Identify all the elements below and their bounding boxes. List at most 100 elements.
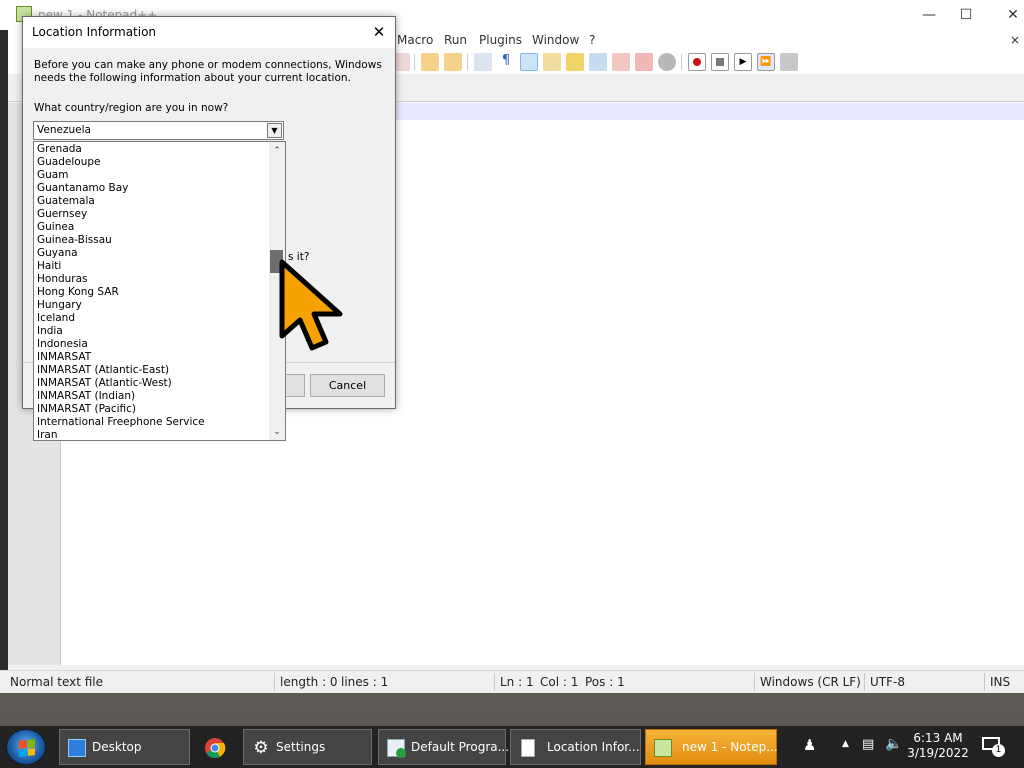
country-option[interactable]: INMARSAT <box>36 351 269 364</box>
country-option[interactable]: Hungary <box>36 299 269 312</box>
menu-run[interactable]: Run <box>444 33 467 47</box>
taskbar-label: new 1 - Notep... <box>682 740 778 754</box>
status-encoding: UTF-8 <box>870 675 905 689</box>
taskbar-item-notepadpp[interactable]: new 1 - Notep... <box>645 729 778 765</box>
taskbar-item-chrome[interactable] <box>196 729 234 765</box>
cancel-button[interactable]: Cancel <box>310 374 385 397</box>
country-option[interactable]: Hong Kong SAR <box>36 286 269 299</box>
scroll-down-icon[interactable]: ⌄ <box>269 424 285 440</box>
dialog-title: Location Information <box>32 25 157 39</box>
country-option[interactable]: Guinea <box>36 221 269 234</box>
dialog-close-icon[interactable]: ✕ <box>365 19 393 45</box>
run-macro-multiple-icon[interactable]: ⏩ <box>757 53 775 71</box>
lang-icon[interactable] <box>543 53 561 71</box>
country-option[interactable]: International Freephone Service <box>36 416 269 429</box>
country-option[interactable]: Honduras <box>36 273 269 286</box>
country-option[interactable]: Guernsey <box>36 208 269 221</box>
status-divider <box>274 673 275 691</box>
taskbar-label: Desktop <box>92 740 142 754</box>
chevron-down-icon[interactable]: ▼ <box>267 123 282 138</box>
menu-help[interactable]: ? <box>589 33 595 47</box>
country-option[interactable]: INMARSAT (Pacific) <box>36 403 269 416</box>
indent-guide-icon[interactable] <box>520 53 538 71</box>
country-option[interactable]: Grenada <box>36 143 269 156</box>
status-divider <box>864 673 865 691</box>
taskbar-label: Settings <box>276 740 326 754</box>
status-divider <box>984 673 985 691</box>
gear-icon: ⚙ <box>253 738 269 758</box>
country-option[interactable]: Indonesia <box>36 338 269 351</box>
volume-icon[interactable]: 🔈 <box>885 736 902 752</box>
toolbar-separator <box>414 54 415 70</box>
menu-plugins[interactable]: Plugins <box>479 33 522 47</box>
country-option[interactable]: Guantanamo Bay <box>36 182 269 195</box>
taskbar-item-desktop[interactable]: Desktop <box>59 729 190 765</box>
status-col: Col : 1 <box>540 675 579 689</box>
show-hidden-icons-chevron-icon[interactable]: ▲ <box>842 739 849 749</box>
country-option[interactable]: India <box>36 325 269 338</box>
save-macro-icon[interactable] <box>780 53 798 71</box>
action-center-icon[interactable]: 1 <box>982 735 1005 757</box>
country-option[interactable]: INMARSAT (Atlantic-West) <box>36 377 269 390</box>
status-ln: Ln : 1 <box>500 675 534 689</box>
taskbar-item-default-programs[interactable]: Default Progra... <box>378 729 510 765</box>
country-option[interactable]: Haiti <box>36 260 269 273</box>
start-button[interactable] <box>6 729 46 765</box>
taskbar: Desktop ⚙ Settings Default Progra... Loc… <box>0 726 1024 768</box>
scroll-up-icon[interactable]: ⌃ <box>269 143 285 159</box>
word-wrap-icon[interactable] <box>474 53 492 71</box>
country-option[interactable]: INMARSAT (Atlantic-East) <box>36 364 269 377</box>
comment-icon[interactable] <box>658 53 676 71</box>
zoom-in-icon[interactable] <box>421 53 439 71</box>
status-pos: Pos : 1 <box>585 675 625 689</box>
country-dropdown-list[interactable]: Grenada Guadeloupe Guam Guantanamo Bay Guate… <box>33 141 286 441</box>
toolbar-separator <box>467 54 468 70</box>
taskbar-item-location-info[interactable]: Location Infor... <box>510 729 641 765</box>
network-icon[interactable]: ▤ <box>862 737 874 752</box>
notification-count-badge: 1 <box>992 744 1005 757</box>
country-option[interactable]: Iceland <box>36 312 269 325</box>
folder-workspace-icon[interactable] <box>612 53 630 71</box>
stop-macro-icon[interactable] <box>711 53 729 71</box>
notepadpp-icon <box>654 739 672 757</box>
menu-window[interactable]: Window <box>532 33 579 47</box>
status-file-type: Normal text file <box>10 675 104 689</box>
system-clock[interactable]: 6:13 AM 3/19/2022 <box>907 731 969 761</box>
show-all-chars-icon[interactable]: ¶ <box>497 53 515 71</box>
menu-macro[interactable]: Macro <box>397 33 433 47</box>
country-select[interactable]: Venezuela ▼ <box>33 121 284 140</box>
people-icon[interactable]: ♟ <box>803 736 816 754</box>
country-option[interactable]: Iran <box>36 429 269 442</box>
taskbar-item-settings[interactable]: ⚙ Settings <box>243 729 372 765</box>
doc-map-icon[interactable] <box>566 53 584 71</box>
taskbar-label: Default Progra... <box>411 740 510 754</box>
status-length: length : 0 <box>280 675 338 689</box>
status-divider <box>754 673 755 691</box>
country-option[interactable]: Guam <box>36 169 269 182</box>
status-divider <box>494 673 495 691</box>
country-option[interactable]: Guyana <box>36 247 269 260</box>
play-macro-icon[interactable]: ▶ <box>734 53 752 71</box>
taskbar-label: Location Infor... <box>547 740 640 754</box>
country-option[interactable]: Guatemala <box>36 195 269 208</box>
country-option[interactable]: Guadeloupe <box>36 156 269 169</box>
country-question-label: What country/region are you in now? <box>34 102 229 114</box>
default-programs-icon <box>387 739 406 758</box>
selected-country: Venezuela <box>37 124 91 136</box>
dialog-intro-text: Before you can make any phone or modem c… <box>34 59 382 84</box>
monitoring-icon[interactable] <box>635 53 653 71</box>
zoom-out-icon[interactable] <box>444 53 462 71</box>
function-list-icon[interactable] <box>589 53 607 71</box>
close-button[interactable]: ✕ <box>990 0 1024 30</box>
status-insert-mode: INS <box>990 675 1011 689</box>
record-macro-icon[interactable] <box>688 53 706 71</box>
desktop-icon <box>68 739 86 757</box>
toolbar-separator <box>681 54 682 70</box>
close-doc-icon[interactable]: × <box>1010 33 1020 47</box>
country-option[interactable]: INMARSAT (Indian) <box>36 390 269 403</box>
dialog-title-bar: Location Information ✕ <box>23 17 395 48</box>
country-options: Grenada Guadeloupe Guam Guantanamo Bay Guate… <box>36 143 269 442</box>
maximize-button[interactable]: ☐ <box>943 0 989 30</box>
document-icon <box>521 739 535 757</box>
country-option[interactable]: Guinea-Bissau <box>36 234 269 247</box>
